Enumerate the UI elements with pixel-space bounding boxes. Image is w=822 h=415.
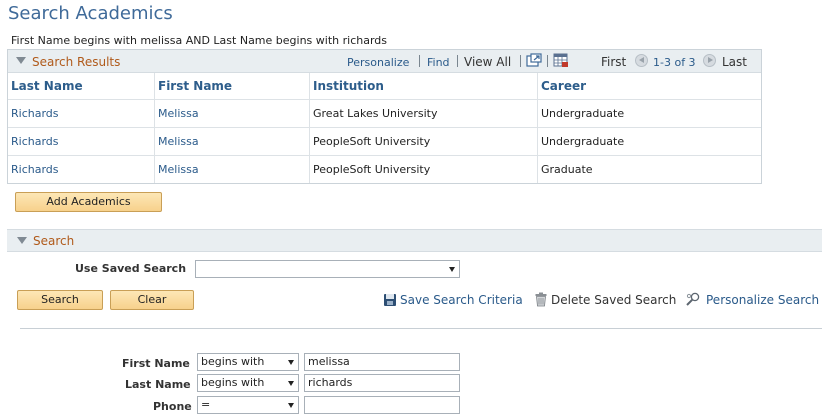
grid-title: Search Results — [32, 55, 121, 69]
last-name-operator-value: begins with — [201, 376, 265, 389]
chevron-down-icon — [449, 267, 455, 272]
floppy-disk-icon[interactable] — [383, 293, 397, 307]
col-header-first-name[interactable]: First Name — [155, 73, 310, 99]
delete-saved-search-link[interactable]: Delete Saved Search — [551, 293, 676, 307]
cell-career: Graduate — [541, 163, 593, 176]
cell-last-name[interactable]: Richards — [8, 128, 155, 155]
nav-separator — [520, 55, 521, 67]
last-name-label: Last Name — [125, 378, 191, 391]
first-name-operator-value: begins with — [201, 355, 265, 368]
search-button[interactable]: Search — [17, 290, 103, 310]
cell-career: Undergraduate — [541, 135, 625, 148]
col-header-institution[interactable]: Institution — [310, 73, 538, 99]
arrow-right-icon[interactable] — [703, 54, 716, 67]
phone-operator-value: = — [201, 398, 211, 411]
arrow-left-icon[interactable] — [635, 54, 648, 67]
add-academics-button[interactable]: Add Academics — [15, 192, 162, 212]
cell-last-name[interactable]: Richards — [8, 100, 155, 127]
cell-institution: PeopleSoft University — [310, 128, 538, 155]
divider — [20, 328, 822, 329]
cell-last-name[interactable]: Richards — [8, 156, 155, 183]
clear-button[interactable]: Clear — [110, 290, 194, 310]
cell-first-name[interactable]: Melissa — [155, 100, 310, 127]
magnifier-gear-icon[interactable] — [685, 292, 701, 308]
chevron-down-icon — [288, 360, 294, 365]
nav-separator — [547, 55, 548, 67]
table-row[interactable]: Richards Melissa PeopleSoft University U… — [8, 127, 761, 155]
cell-institution: PeopleSoft University — [310, 156, 538, 183]
cell-first-name[interactable]: Melissa — [155, 156, 310, 183]
triangle-down-icon[interactable] — [17, 237, 27, 244]
col-header-last-name[interactable]: Last Name — [8, 73, 155, 99]
col-header-career[interactable]: Career — [538, 73, 761, 99]
grid-header: Search Results Personalize Find View All… — [8, 50, 761, 73]
find-link[interactable]: Find — [427, 56, 450, 69]
save-search-criteria-link[interactable]: Save Search Criteria — [400, 293, 523, 307]
saved-search-select[interactable] — [195, 260, 460, 278]
personalize-search-link[interactable]: Personalize Search — [706, 293, 819, 307]
cell-institution: Great Lakes University — [310, 100, 538, 127]
search-criteria-summary: First Name begins with melissa AND Last … — [11, 34, 387, 47]
nav-separator — [419, 55, 420, 67]
table-row[interactable]: Richards Melissa Great Lakes University … — [8, 99, 761, 127]
first-name-operator-select[interactable]: begins with — [197, 353, 299, 371]
first-name-label: First Name — [122, 357, 190, 370]
triangle-down-icon[interactable] — [16, 57, 26, 64]
chevron-down-icon — [288, 381, 294, 386]
search-results-grid: Search Results Personalize Find View All… — [7, 49, 762, 184]
phone-label: Phone — [153, 400, 192, 413]
chevron-down-icon — [288, 403, 294, 408]
cell-first-name[interactable]: Melissa — [155, 128, 310, 155]
saved-search-label: Use Saved Search — [75, 262, 187, 275]
phone-operator-select[interactable]: = — [197, 396, 299, 414]
first-link[interactable]: First — [601, 55, 626, 69]
new-window-icon[interactable] — [526, 53, 542, 68]
spreadsheet-download-icon[interactable] — [553, 53, 569, 68]
last-name-operator-select[interactable]: begins with — [197, 374, 299, 392]
search-section-header[interactable]: Search — [7, 229, 822, 252]
view-all-link[interactable]: View All — [464, 55, 511, 69]
page-title: Search Academics — [8, 3, 173, 24]
phone-input[interactable] — [304, 396, 460, 414]
last-link[interactable]: Last — [722, 55, 747, 69]
cell-career: Undergraduate — [541, 107, 625, 120]
page-range: 1-3 of 3 — [653, 56, 696, 69]
search-section-title: Search — [33, 234, 75, 248]
first-name-input[interactable]: melissa — [304, 353, 460, 371]
last-name-input[interactable]: richards — [304, 374, 460, 392]
personalize-link[interactable]: Personalize — [347, 56, 409, 69]
trash-icon[interactable] — [535, 292, 547, 307]
nav-separator — [457, 55, 458, 67]
table-row[interactable]: Richards Melissa PeopleSoft University G… — [8, 155, 761, 183]
